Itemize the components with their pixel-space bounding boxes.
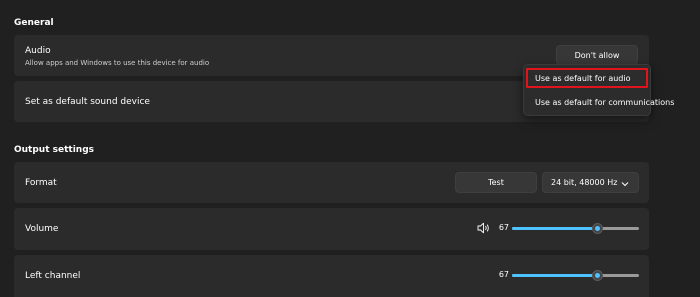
left-channel-slider-thumb[interactable] [592,270,604,281]
volume-value: 67 [498,223,509,232]
volume-slider[interactable] [512,223,639,234]
output-section-title: Output settings [14,145,95,155]
audio-card-title: Audio [25,46,51,56]
test-button[interactable]: Test [455,172,537,193]
default-device-card-title: Set as default sound device [25,97,150,107]
format-card: Format Test 24 bit, 48000 Hz [14,162,649,203]
general-section-title: General [14,18,54,28]
audio-card-description: Allow apps and Windows to use this devic… [25,59,210,67]
left-channel-slider-fill [512,274,598,277]
left-channel-card: Left channel 67 [14,255,649,297]
format-select[interactable]: 24 bit, 48000 Hz [542,172,639,193]
format-card-title: Format [25,178,57,188]
menu-item-default-audio[interactable]: Use as default for audio [526,68,648,88]
left-channel-slider[interactable] [512,270,639,281]
chevron-down-icon [621,182,629,187]
dont-allow-button[interactable]: Don't allow [556,45,638,65]
volume-card: Volume 67 [14,208,649,250]
volume-slider-fill [512,227,598,230]
left-channel-value: 67 [498,270,509,279]
volume-card-title: Volume [25,224,59,234]
left-channel-card-title: Left channel [25,271,81,281]
menu-item-default-communications[interactable]: Use as default for communications [526,92,674,112]
volume-slider-thumb[interactable] [592,223,604,234]
default-device-menu: Use as default for audio Use as default … [523,64,674,116]
sound-properties-page: General Audio Allow apps and Windows to … [0,0,700,297]
format-select-value: 24 bit, 48000 Hz [551,178,618,187]
